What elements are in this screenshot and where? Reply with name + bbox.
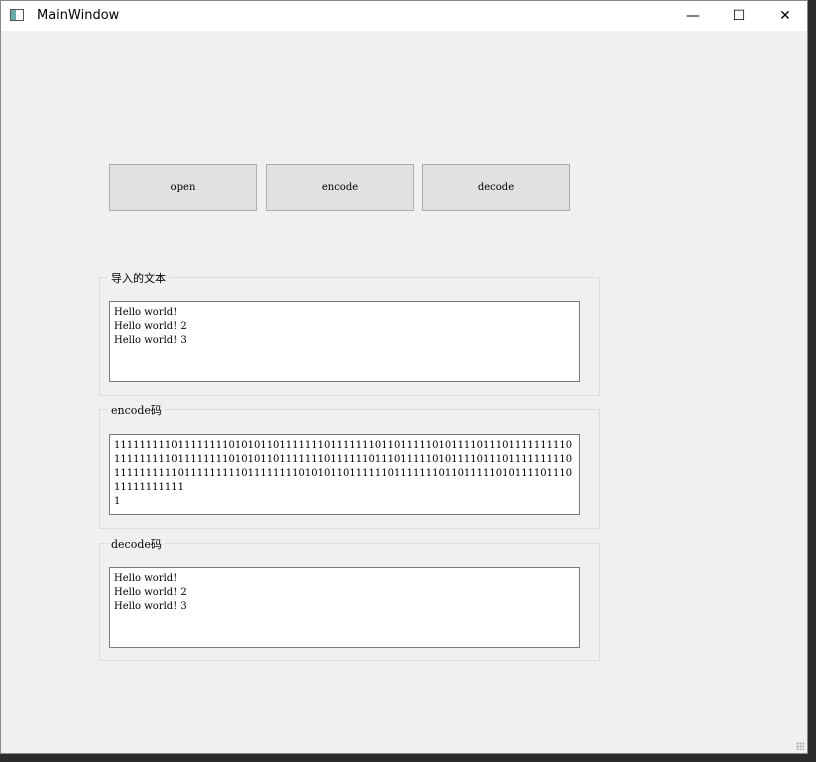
- decode-group: decode码 Hello world! Hello world! 2 Hell…: [99, 536, 600, 661]
- window-title: MainWindow: [37, 8, 120, 23]
- minimize-button[interactable]: —: [670, 1, 716, 31]
- maximize-button[interactable]: ☐: [716, 1, 762, 31]
- encode-button[interactable]: encode: [266, 164, 414, 211]
- decode-button[interactable]: decode: [422, 164, 570, 211]
- decode-label: decode码: [108, 536, 165, 552]
- app-icon: [10, 9, 24, 21]
- encode-label: encode码: [108, 402, 165, 418]
- imported-text-label: 导入的文本: [108, 270, 169, 286]
- decode-text-area[interactable]: Hello world! Hello world! 2 Hello world!…: [109, 567, 580, 648]
- imported-text-area[interactable]: Hello world! Hello world! 2 Hello world!…: [109, 301, 580, 382]
- close-button[interactable]: ✕: [762, 1, 808, 31]
- encode-text-area[interactable]: 1111111110111111110101011011111110111111…: [109, 434, 580, 515]
- encode-group: encode码 11111111101111111101010110111111…: [99, 402, 600, 529]
- resize-grip[interactable]: [796, 742, 804, 750]
- open-button[interactable]: open: [109, 164, 257, 211]
- main-window: MainWindow — ☐ ✕ open encode decode 导入的文…: [0, 0, 808, 754]
- imported-text-group: 导入的文本 Hello world! Hello world! 2 Hello …: [99, 270, 600, 396]
- title-bar: MainWindow — ☐ ✕: [1, 1, 807, 31]
